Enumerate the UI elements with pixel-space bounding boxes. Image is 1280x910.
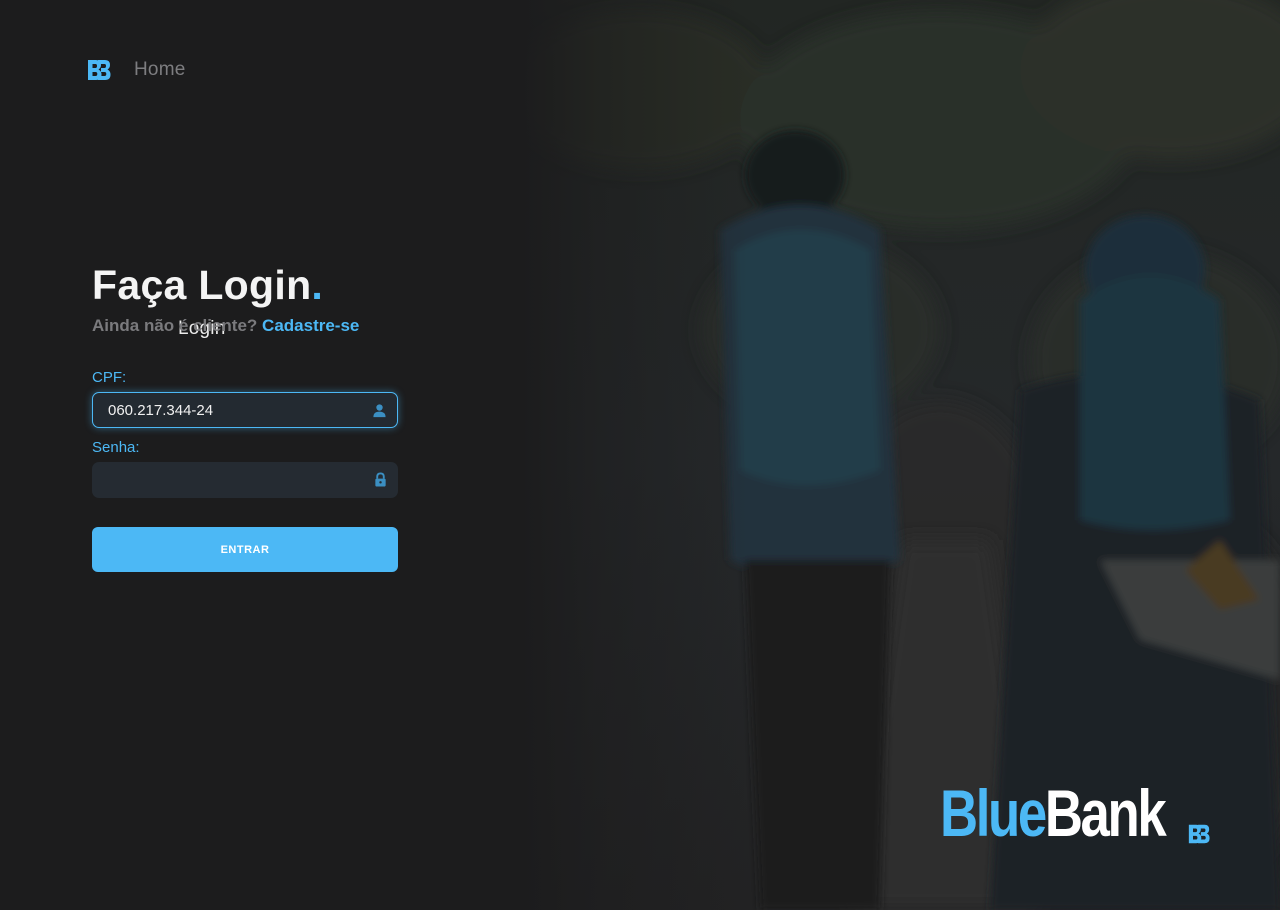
- login-page: Home Login Faça Login. Ainda não é clien…: [0, 0, 1280, 910]
- page-title-text: Faça Login: [92, 262, 312, 308]
- background-photo: [520, 0, 1280, 910]
- password-input[interactable]: [92, 462, 398, 498]
- signup-prompt-text: Ainda não é cliente?: [92, 316, 258, 335]
- brand-name-part1: Blue: [940, 776, 1047, 850]
- cpf-field-wrapper: [92, 392, 398, 428]
- top-nav: Home Login: [86, 56, 225, 339]
- user-icon: [373, 404, 386, 418]
- signup-link[interactable]: Cadastre-se: [262, 316, 359, 335]
- password-field-wrapper: [92, 462, 398, 498]
- title-accent-dot: .: [311, 262, 324, 308]
- cpf-input[interactable]: [93, 393, 397, 427]
- signup-prompt: Ainda não é cliente? Cadastre-se: [92, 316, 398, 336]
- lock-icon: [375, 472, 386, 487]
- brand-wordmark: BlueBank: [940, 780, 1220, 846]
- nav-home-link[interactable]: Home: [134, 59, 185, 81]
- background-fade: [520, 0, 1280, 910]
- login-form: Faça Login. Ainda não é cliente? Cadastr…: [92, 262, 398, 572]
- page-title: Faça Login.: [92, 262, 398, 308]
- brand-name: BlueBank: [940, 780, 1167, 846]
- password-label: Senha:: [92, 439, 140, 456]
- cpf-label: CPF:: [92, 369, 127, 386]
- submit-button[interactable]: ENTRAR: [92, 527, 398, 572]
- brand-name-part2: Bank: [1044, 776, 1167, 850]
- bluebank-logo-icon: [1188, 824, 1210, 844]
- bluebank-logo-icon[interactable]: [86, 57, 112, 83]
